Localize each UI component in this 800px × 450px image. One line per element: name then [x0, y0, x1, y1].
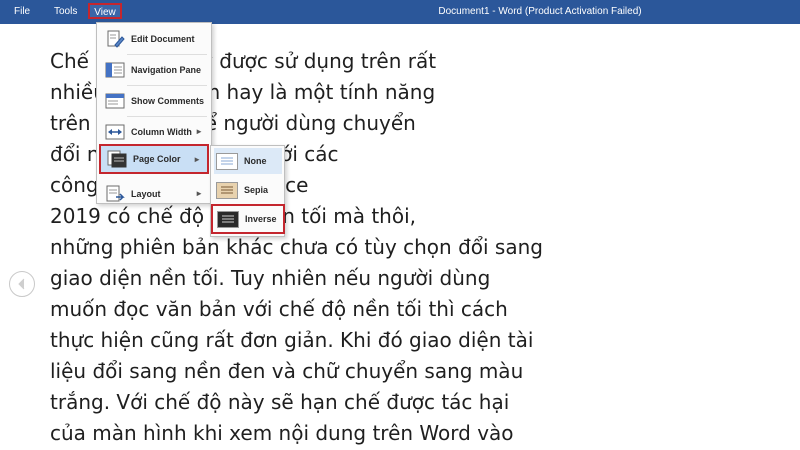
menu-item-navigation-pane[interactable]: Navigation Pane	[99, 56, 209, 84]
menu-item-label: Page Color	[133, 154, 181, 164]
menu-item-page-color[interactable]: Page Color ►	[99, 144, 209, 174]
submenu-arrow-icon: ►	[195, 189, 203, 198]
menu-view[interactable]: View	[88, 3, 122, 19]
menu-item-label: Layout	[131, 189, 161, 199]
submenu-item-label: None	[244, 156, 267, 166]
page-color-submenu: None Sepia Inverse	[210, 145, 285, 237]
doc-line: trắng. Với chế độ này sẽ hạn chế được tá…	[50, 390, 510, 414]
menu-divider	[127, 85, 207, 86]
menu-item-show-comments[interactable]: Show Comments	[99, 87, 209, 115]
menu-item-column-width[interactable]: Column Width ►	[99, 118, 209, 146]
navigation-pane-icon	[103, 59, 127, 81]
doc-line: giao diện nền tối. Tuy nhiên nếu người d…	[50, 266, 491, 290]
column-width-icon	[103, 121, 127, 143]
doc-line: thực hiện cũng rất đơn giản. Khi đó giao…	[50, 328, 534, 352]
menu-item-layout[interactable]: Layout ►	[99, 180, 209, 208]
submenu-item-none[interactable]: None	[214, 148, 282, 174]
doc-line: muốn đọc văn bản với chế độ nền tối thì …	[50, 297, 508, 321]
submenu-arrow-icon: ►	[195, 127, 203, 136]
submenu-item-label: Sepia	[244, 185, 269, 195]
menu-file[interactable]: File	[14, 0, 30, 24]
chevron-left-icon	[18, 278, 25, 290]
menu-item-label: Navigation Pane	[131, 65, 202, 75]
page-none-icon	[216, 152, 238, 170]
page-sepia-icon	[216, 181, 238, 199]
submenu-item-label: Inverse	[245, 214, 277, 224]
menu-item-label: Edit Document	[131, 34, 195, 44]
edit-document-icon	[103, 28, 127, 50]
previous-page-button[interactable]	[9, 271, 35, 297]
page-inverse-icon	[217, 210, 239, 228]
menu-divider	[127, 116, 207, 117]
page-color-icon	[105, 148, 129, 170]
submenu-item-sepia[interactable]: Sepia	[214, 177, 282, 203]
menu-item-edit-document[interactable]: Edit Document	[99, 25, 209, 53]
window-title: Document1 - Word (Product Activation Fai…	[438, 6, 642, 17]
submenu-item-inverse[interactable]: Inverse	[211, 204, 285, 234]
doc-line: của màn hình khi xem nội dung trên Word …	[50, 421, 514, 445]
menu-item-label: Column Width	[131, 127, 192, 137]
doc-line: liệu đổi sang nền đen và chữ chuyển sang…	[50, 359, 524, 383]
layout-icon	[103, 183, 127, 205]
submenu-arrow-icon: ►	[193, 155, 201, 164]
menu-bar: File Tools View Document1 - Word (Produc…	[0, 0, 800, 24]
menu-tools[interactable]: Tools	[54, 0, 77, 24]
show-comments-icon	[103, 90, 127, 112]
doc-line: những phiên bản khác chưa có tùy chọn đổ…	[50, 235, 543, 259]
menu-item-label: Show Comments	[131, 96, 205, 106]
menu-divider	[127, 54, 207, 55]
view-menu-dropdown: Edit Document Navigation Pane Show Comme…	[96, 22, 212, 204]
